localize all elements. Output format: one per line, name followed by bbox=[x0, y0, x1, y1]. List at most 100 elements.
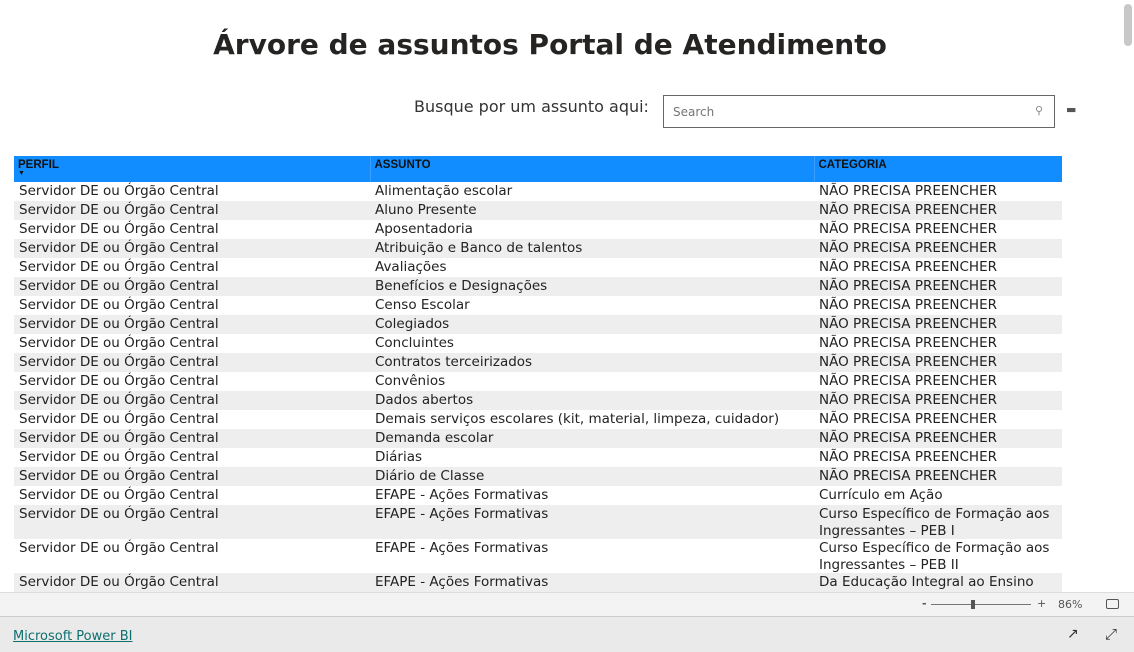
vertical-scrollbar[interactable] bbox=[1124, 4, 1132, 46]
cell-categoria: NÃO PRECISA PREENCHER bbox=[814, 239, 1062, 258]
cell-perfil: Servidor DE ou Órgão Central bbox=[19, 297, 219, 313]
cell-categoria: NÃO PRECISA PREENCHER bbox=[819, 259, 997, 275]
cell-assunto: Demanda escolar bbox=[370, 429, 814, 448]
cell-categoria: NÃO PRECISA PREENCHER bbox=[814, 353, 1062, 372]
table-row[interactable]: Servidor DE ou Órgão Central Concluintes N… bbox=[14, 334, 1062, 353]
bottom-bar: Microsoft Power BI ↗ ⤢ bbox=[0, 616, 1134, 652]
table-row[interactable]: Servidor DE ou Órgão Central Diário de Cl… bbox=[14, 467, 1062, 486]
cell-perfil: Servidor DE ou Órgão Central bbox=[14, 391, 370, 410]
zoom-bar: - + 86% bbox=[0, 592, 1134, 616]
cell-assunto: EFAPE - Ações Formativas bbox=[375, 487, 549, 503]
zoom-out-button[interactable]: - bbox=[922, 597, 927, 610]
table-row[interactable]: Servidor DE ou Órgão Central EFAPE - Açõe… bbox=[14, 486, 1062, 505]
cell-assunto: EFAPE - Ações Formativas bbox=[370, 505, 814, 539]
cell-assunto: Demais serviços escolares (kit, material… bbox=[375, 411, 780, 427]
cell-assunto: Censo Escolar bbox=[375, 297, 470, 313]
cell-assunto: Colegiados bbox=[370, 315, 814, 334]
eraser-icon[interactable]: ▬ bbox=[1066, 103, 1076, 116]
table-row[interactable]: Servidor DE ou Órgão Central Diárias NÃO P… bbox=[14, 448, 1062, 467]
cell-perfil: Servidor DE ou Órgão Central bbox=[19, 335, 219, 351]
zoom-in-button[interactable]: + bbox=[1037, 597, 1046, 610]
table-row[interactable]: Servidor DE ou Órgão Central Dados aberto… bbox=[14, 391, 1062, 410]
search-label: Busque por um assunto aqui: bbox=[414, 97, 649, 116]
table-row[interactable]: Servidor DE ou Órgão Central Censo Escola… bbox=[14, 296, 1062, 315]
report-canvas: Árvore de assuntos Portal de Atendimento… bbox=[0, 0, 1134, 592]
table-row[interactable]: Servidor DE ou Órgão Central Aposentadori… bbox=[14, 220, 1062, 239]
cell-assunto: Aposentadoria bbox=[375, 221, 473, 237]
cell-categoria: NÃO PRECISA PREENCHER bbox=[814, 391, 1062, 410]
cell-categoria: NÃO PRECISA PREENCHER bbox=[819, 449, 997, 465]
cell-assunto: Avaliações bbox=[375, 259, 447, 275]
cell-assunto: Aluno Presente bbox=[370, 201, 814, 220]
cell-perfil: Servidor DE ou Órgão Central bbox=[14, 315, 370, 334]
cell-categoria: NÃO PRECISA PREENCHER bbox=[814, 429, 1062, 448]
cell-perfil: Servidor DE ou Órgão Central bbox=[14, 201, 370, 220]
cell-perfil: Servidor DE ou Órgão Central bbox=[14, 505, 370, 539]
table-row[interactable]: Servidor DE ou Órgão Central Contratos te… bbox=[14, 353, 1062, 372]
table-row[interactable]: Servidor DE ou Órgão Central Avaliações NÃ… bbox=[14, 258, 1062, 277]
cell-assunto: Dados abertos bbox=[370, 391, 814, 410]
cell-perfil: Servidor DE ou Órgão Central bbox=[19, 487, 219, 503]
page-title: Árvore de assuntos Portal de Atendimento bbox=[213, 28, 887, 61]
cell-categoria: NÃO PRECISA PREENCHER bbox=[814, 201, 1062, 220]
column-header-perfil[interactable]: PERFIL ▼ bbox=[14, 156, 370, 182]
cell-perfil: Servidor DE ou Órgão Central bbox=[19, 540, 219, 556]
table-row[interactable]: Servidor DE ou Órgão Central EFAPE - Açõe… bbox=[14, 539, 1062, 573]
cell-categoria: Curso Específico de Formação aos Ingress… bbox=[819, 540, 1050, 573]
zoom-slider-thumb[interactable] bbox=[971, 600, 975, 609]
cell-assunto: Diário de Classe bbox=[370, 467, 814, 486]
cell-perfil: Servidor DE ou Órgão Central bbox=[19, 449, 219, 465]
fit-to-page-icon[interactable] bbox=[1106, 599, 1119, 609]
cell-perfil: Servidor DE ou Órgão Central bbox=[19, 183, 219, 199]
cell-perfil: Servidor DE ou Órgão Central bbox=[14, 277, 370, 296]
table-row[interactable]: Servidor DE ou Órgão Central EFAPE - Açõe… bbox=[14, 573, 1062, 592]
cell-assunto: Contratos terceirizados bbox=[370, 353, 814, 372]
cell-assunto: EFAPE - Ações Formativas bbox=[370, 573, 814, 592]
subjects-table: PERFIL ▼ ASSUNTO CATEGORIA Servidor DE ou… bbox=[14, 156, 1062, 592]
column-header-assunto[interactable]: ASSUNTO bbox=[369, 156, 814, 182]
zoom-slider[interactable] bbox=[931, 600, 1031, 609]
cell-assunto: Atribuição e Banco de talentos bbox=[370, 239, 814, 258]
table-row[interactable]: Servidor DE ou Órgão Central Demais servi… bbox=[14, 410, 1062, 429]
cell-categoria: NÃO PRECISA PREENCHER bbox=[819, 373, 997, 389]
cell-categoria: NÃO PRECISA PREENCHER bbox=[814, 277, 1062, 296]
search-input[interactable] bbox=[664, 96, 1014, 127]
cell-assunto: Concluintes bbox=[375, 335, 454, 351]
cell-categoria: NÃO PRECISA PREENCHER bbox=[819, 411, 997, 427]
cell-categoria: NÃO PRECISA PREENCHER bbox=[814, 467, 1062, 486]
table-row[interactable]: Servidor DE ou Órgão Central Benefícios e… bbox=[14, 277, 1062, 296]
cell-perfil: Servidor DE ou Órgão Central bbox=[19, 411, 219, 427]
cell-perfil: Servidor DE ou Órgão Central bbox=[14, 353, 370, 372]
cell-perfil: Servidor DE ou Órgão Central bbox=[14, 239, 370, 258]
table-row[interactable]: Servidor DE ou Órgão Central EFAPE - Açõe… bbox=[14, 505, 1062, 539]
column-header-categoria[interactable]: CATEGORIA bbox=[813, 156, 1062, 182]
cell-assunto: Alimentação escolar bbox=[375, 183, 513, 199]
search-icon[interactable]: ⚲ bbox=[1035, 104, 1043, 117]
cell-perfil: Servidor DE ou Órgão Central bbox=[14, 573, 370, 592]
table-row[interactable]: Servidor DE ou Órgão Central Aluno Presen… bbox=[14, 201, 1062, 220]
cell-categoria: NÃO PRECISA PREENCHER bbox=[819, 183, 997, 199]
share-icon[interactable]: ↗ bbox=[1067, 626, 1079, 642]
search-box[interactable]: ⚲ bbox=[663, 95, 1055, 128]
cell-perfil: Servidor DE ou Órgão Central bbox=[19, 221, 219, 237]
table-row[interactable]: Servidor DE ou Órgão Central Colegiados NÃ… bbox=[14, 315, 1062, 334]
cell-categoria: NÃO PRECISA PREENCHER bbox=[819, 335, 997, 351]
table-row[interactable]: Servidor DE ou Órgão Central Alimentação … bbox=[14, 182, 1062, 201]
table-row[interactable]: Servidor DE ou Órgão Central Convênios NÃO… bbox=[14, 372, 1062, 391]
cell-perfil: Servidor DE ou Órgão Central bbox=[14, 429, 370, 448]
cell-categoria: NÃO PRECISA PREENCHER bbox=[814, 315, 1062, 334]
cell-assunto: Convênios bbox=[375, 373, 446, 389]
table-header-row: PERFIL ▼ ASSUNTO CATEGORIA bbox=[14, 156, 1062, 182]
cell-assunto: Diárias bbox=[375, 449, 423, 465]
cell-categoria: NÃO PRECISA PREENCHER bbox=[819, 221, 997, 237]
table-row[interactable]: Servidor DE ou Órgão Central Atribuição e… bbox=[14, 239, 1062, 258]
cell-perfil: Servidor DE ou Órgão Central bbox=[19, 373, 219, 389]
cell-categoria: Curso Específico de Formação aos Ingress… bbox=[814, 505, 1062, 539]
power-bi-link[interactable]: Microsoft Power BI bbox=[13, 629, 132, 644]
table-row[interactable]: Servidor DE ou Órgão Central Demanda esco… bbox=[14, 429, 1062, 448]
fullscreen-icon[interactable]: ⤢ bbox=[1105, 625, 1117, 643]
cell-perfil: Servidor DE ou Órgão Central bbox=[19, 259, 219, 275]
cell-categoria: NÃO PRECISA PREENCHER bbox=[819, 297, 997, 313]
cell-categoria: Currículo em Ação bbox=[819, 487, 943, 503]
zoom-level: 86% bbox=[1058, 598, 1083, 611]
